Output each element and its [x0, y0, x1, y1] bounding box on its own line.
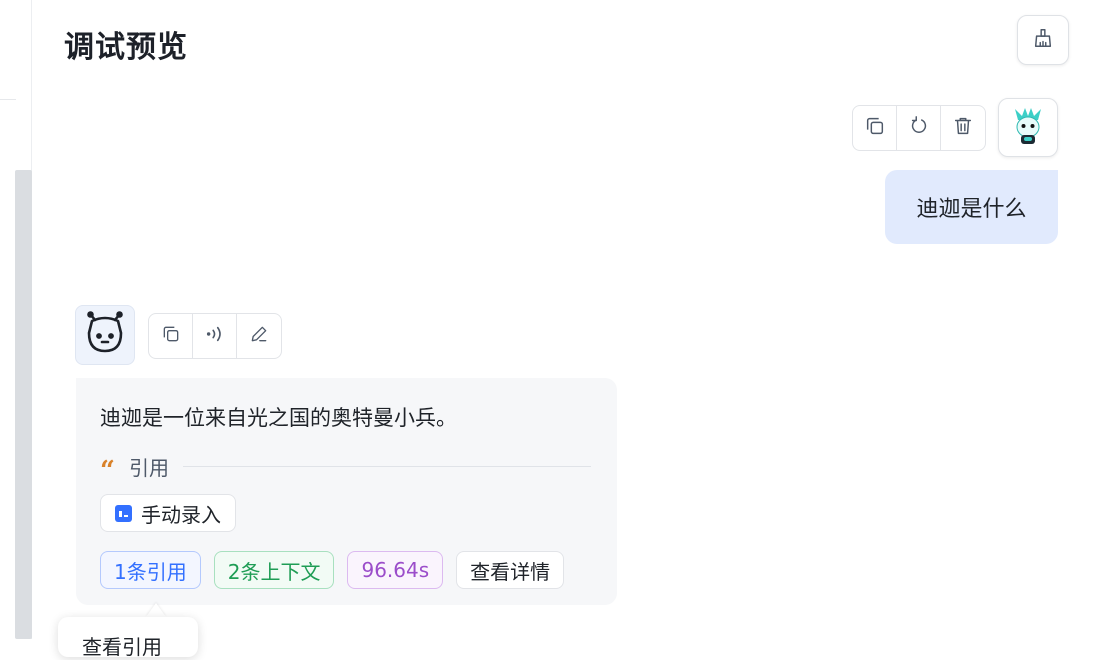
manual-input-icon — [115, 504, 132, 522]
citation-count-tag[interactable]: 1条引用 — [100, 551, 201, 589]
left-panel-scrollbar[interactable] — [15, 170, 32, 639]
retry-icon — [908, 115, 930, 141]
left-panel-edge — [0, 0, 32, 639]
delete-button[interactable] — [941, 106, 985, 150]
user-avatar — [998, 98, 1058, 157]
voice-icon — [204, 324, 226, 348]
bot-copy-button[interactable] — [149, 314, 193, 358]
left-panel-stub — [0, 0, 16, 100]
edit-button[interactable] — [237, 314, 281, 358]
quote-divider — [182, 466, 591, 467]
bot-answer-text: 迪迦是一位来自光之国的奥特曼小兵。 — [100, 406, 457, 430]
edit-icon — [249, 324, 269, 348]
delete-icon — [952, 115, 974, 141]
voice-play-button[interactable] — [193, 314, 237, 358]
bot-message-actions — [148, 313, 282, 359]
context-count-tag[interactable]: 2条上下文 — [213, 551, 335, 589]
broom-icon — [1032, 27, 1054, 53]
user-message-bubble: 迪迦是什么 — [885, 170, 1058, 244]
quote-label: 引用 — [128, 456, 169, 480]
tooltip-arrow — [146, 603, 166, 617]
copy-button[interactable] — [853, 106, 897, 150]
retry-button[interactable] — [897, 106, 941, 150]
user-message-actions — [852, 105, 986, 151]
bot-message-card: 迪迦是一位来自光之国的奥特曼小兵。 “ 引用 手动录入 1条引用 2条上下文 9… — [76, 378, 617, 605]
view-details-button[interactable]: 查看详情 — [456, 551, 565, 589]
quote-section: “ 引用 — [100, 452, 591, 486]
ultraman-avatar-icon — [1011, 106, 1045, 150]
citation-tooltip: 查看引用 — [58, 617, 198, 659]
source-label: 手动录入 — [141, 502, 221, 527]
bot-avatar — [75, 305, 135, 365]
copy-icon — [161, 324, 181, 348]
response-tags: 1条引用 2条上下文 96.64s 查看详情 — [100, 551, 565, 589]
duration-tag: 96.64s — [347, 551, 444, 589]
source-chip[interactable]: 手动录入 — [100, 494, 236, 532]
page-title: 调试预览 — [64, 30, 188, 65]
copy-icon — [864, 115, 886, 141]
quote-icon: “ — [100, 455, 115, 486]
clear-chat-button[interactable] — [1017, 15, 1069, 65]
robot-icon — [83, 311, 127, 359]
